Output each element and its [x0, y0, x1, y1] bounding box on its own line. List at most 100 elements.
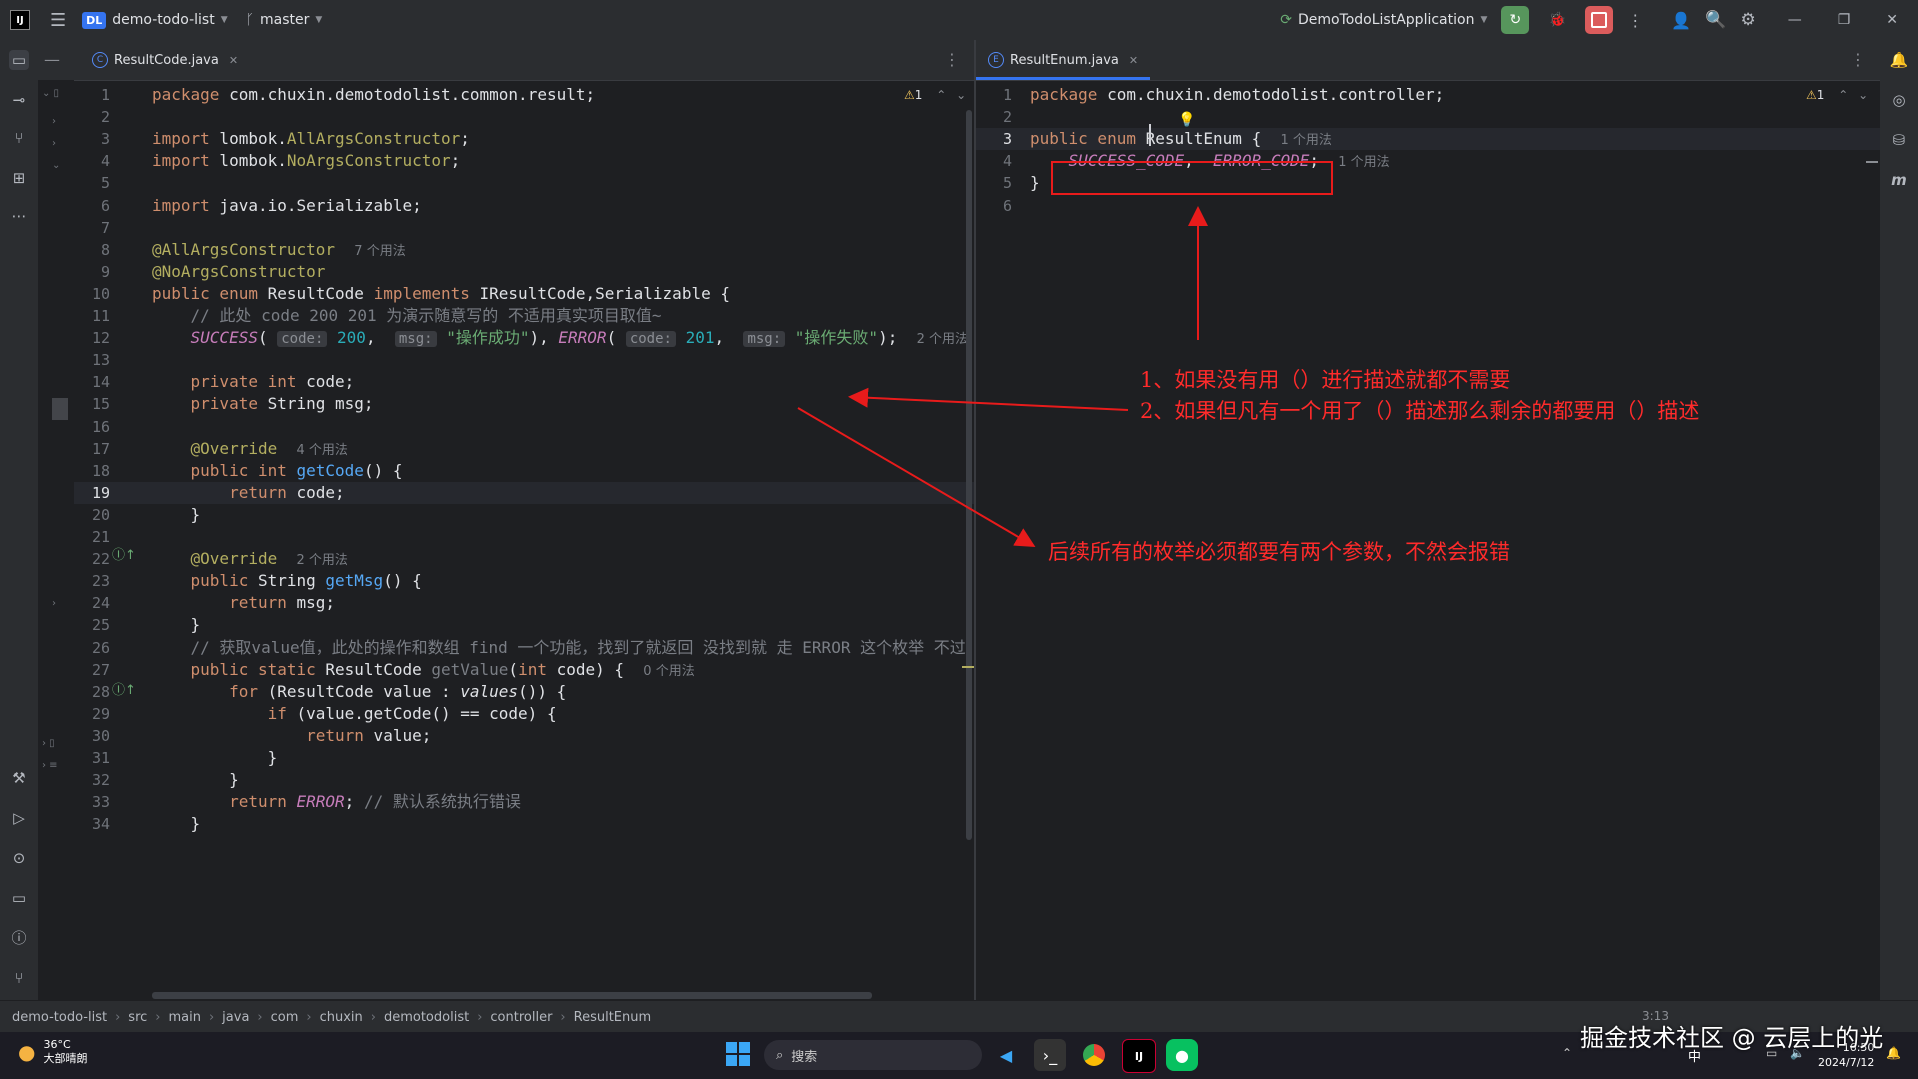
tree-expander-icon[interactable]: ›: [52, 598, 56, 609]
start-button[interactable]: [726, 1042, 750, 1066]
collapse-panel-icon[interactable]: —: [44, 50, 60, 69]
restore-button[interactable]: ❐: [1838, 12, 1851, 28]
search-icon[interactable]: 🔍: [1705, 10, 1726, 30]
tab-resultcode-java[interactable]: C ResultCode.java ✕: [80, 40, 250, 80]
prev-highlight-icon[interactable]: ⌃: [1838, 88, 1848, 102]
close-button[interactable]: ✕: [1886, 12, 1898, 28]
wechat-app-icon[interactable]: ●: [1166, 1039, 1198, 1071]
minimize-button[interactable]: —: [1788, 12, 1802, 28]
code-line[interactable]: 14 private int code;: [74, 371, 974, 393]
tab-options-icon[interactable]: ⋮: [944, 50, 960, 69]
add-user-icon[interactable]: 👤: [1671, 11, 1691, 30]
code-line[interactable]: 32 }: [74, 769, 974, 791]
breadcrumb-item[interactable]: controller: [490, 1010, 552, 1025]
next-highlight-icon[interactable]: ⌄: [956, 88, 966, 102]
maven-icon[interactable]: m: [1889, 170, 1909, 190]
tree-expander-icon[interactable]: ›: [52, 138, 56, 149]
tree-expander-icon[interactable]: › ≡: [42, 760, 58, 771]
lightbulb-icon[interactable]: 💡: [1178, 112, 1195, 128]
rerun-button[interactable]: ↻: [1501, 6, 1530, 34]
warning-indicator[interactable]: ⚠1 ⌃ ⌄: [904, 88, 966, 102]
tree-expander-icon[interactable]: ⌄ ▯: [42, 88, 59, 99]
code-line[interactable]: 9 @NoArgsConstructor: [74, 261, 974, 283]
tree-expander-icon[interactable]: › ▯: [42, 738, 55, 749]
vscode-app-icon[interactable]: ◀: [990, 1039, 1022, 1071]
code-line[interactable]: 3 public enum ResultEnum { 1 个用法: [976, 128, 1880, 151]
horizontal-scrollbar[interactable]: [152, 992, 872, 999]
breadcrumb-item[interactable]: demo-todo-list: [12, 1010, 107, 1025]
code-line[interactable]: 19 return code;: [74, 481, 974, 504]
more-tools-icon[interactable]: ⋯: [9, 206, 29, 226]
breadcrumb-item[interactable]: demotodolist: [384, 1010, 469, 1025]
tree-expander-icon[interactable]: ›: [52, 116, 56, 127]
code-line[interactable]: 6: [976, 195, 1880, 217]
main-menu-button[interactable]: IJ: [10, 10, 30, 30]
project-switcher[interactable]: DL demo-todo-list ▼: [82, 11, 228, 29]
structure-icon[interactable]: ⊞: [9, 168, 29, 188]
stop-button[interactable]: [1585, 6, 1614, 34]
code-line[interactable]: 25 }: [74, 614, 974, 636]
git-icon[interactable]: ⑂: [9, 968, 29, 988]
code-line[interactable]: 33 return ERROR; // 默认系统执行错误: [74, 791, 974, 813]
vertical-scrollbar[interactable]: [966, 110, 972, 840]
code-line[interactable]: 31 }: [74, 747, 974, 769]
services-icon[interactable]: ⊙: [9, 848, 29, 868]
project-folder-icon[interactable]: ▭: [9, 50, 29, 70]
left-code-area[interactable]: 1 package com.chuxin.demotodolist.common.…: [74, 80, 974, 1000]
debug-button[interactable]: 🐞: [1543, 6, 1571, 34]
terminal-app-icon[interactable]: ›_: [1034, 1039, 1066, 1071]
code-line[interactable]: 1 package com.chuxin.demotodolist.control…: [976, 84, 1880, 106]
code-line[interactable]: 28 for (ResultCode value : values()) {: [74, 681, 974, 703]
code-line[interactable]: 4 import lombok.NoArgsConstructor;: [74, 150, 974, 172]
chrome-app-icon[interactable]: [1078, 1039, 1110, 1071]
build-icon[interactable]: ⚒: [9, 768, 29, 788]
code-line[interactable]: 16: [74, 416, 974, 438]
code-line[interactable]: 22 @Override 2 个用法: [74, 548, 974, 570]
next-highlight-icon[interactable]: ⌄: [1858, 88, 1868, 102]
tab-options-icon[interactable]: ⋮: [1850, 50, 1866, 69]
code-line[interactable]: 21: [74, 526, 974, 548]
override-gutter-icon[interactable]: Ⓘ↑: [112, 679, 136, 698]
code-line[interactable]: 5: [74, 172, 974, 194]
problems-icon[interactable]: ⓘ: [9, 928, 29, 948]
ai-assistant-icon[interactable]: ◎: [1889, 90, 1909, 110]
gear-icon[interactable]: ⚙: [1740, 10, 1755, 30]
code-line[interactable]: 11 // 此处 code 200 201 为演示随意写的 不适用真实项目取值~: [74, 305, 974, 327]
warning-indicator[interactable]: ⚠1 ⌃ ⌄: [1806, 88, 1868, 102]
code-line[interactable]: 1 package com.chuxin.demotodolist.common.…: [74, 84, 974, 106]
code-line[interactable]: 7: [74, 217, 974, 239]
notification-bell-icon[interactable]: 🔔: [1886, 1046, 1901, 1060]
intellij-app-icon[interactable]: IJ: [1122, 1039, 1156, 1073]
taskbar-search[interactable]: ⌕ 搜索: [764, 1040, 982, 1070]
code-line[interactable]: 27 public static ResultCode getValue(int…: [74, 659, 974, 681]
code-line[interactable]: 8 @AllArgsConstructor 7 个用法: [74, 239, 974, 261]
code-line[interactable]: 13: [74, 349, 974, 371]
breadcrumb-item[interactable]: ResultEnum: [574, 1010, 652, 1025]
breadcrumb-item[interactable]: src: [128, 1010, 147, 1025]
close-tab-icon[interactable]: ✕: [1129, 54, 1138, 67]
code-line[interactable]: 10 public enum ResultCode implements IRes…: [74, 283, 974, 305]
breadcrumb-item[interactable]: java: [222, 1010, 249, 1025]
run-icon[interactable]: ▷: [9, 808, 29, 828]
tree-expander-icon[interactable]: ⌄: [52, 160, 60, 171]
code-line[interactable]: 23 public String getMsg() {: [74, 570, 974, 592]
code-line[interactable]: 2: [976, 106, 1880, 128]
close-tab-icon[interactable]: ✕: [229, 54, 238, 67]
override-gutter-icon[interactable]: Ⓘ↑: [112, 544, 136, 563]
breadcrumb-item[interactable]: main: [168, 1010, 200, 1025]
branch-switcher[interactable]: ᚴ master ▼: [246, 12, 323, 28]
more-actions-icon[interactable]: ⋮: [1627, 11, 1643, 30]
code-line[interactable]: 3 import lombok.AllArgsConstructor;: [74, 128, 974, 150]
code-line[interactable]: 18 public int getCode() {: [74, 460, 974, 482]
code-line[interactable]: 29 if (value.getCode() == code) {: [74, 703, 974, 725]
terminal-icon[interactable]: ▭: [9, 888, 29, 908]
code-line[interactable]: 2: [74, 106, 974, 128]
code-line[interactable]: 20 }: [74, 504, 974, 526]
notifications-icon[interactable]: 🔔: [1889, 50, 1909, 70]
breadcrumb-item[interactable]: chuxin: [320, 1010, 363, 1025]
run-config-selector[interactable]: ⟳ DemoTodoListApplication ▼: [1280, 12, 1487, 28]
database-icon[interactable]: ⛁: [1889, 130, 1909, 150]
code-line[interactable]: 30 return value;: [74, 725, 974, 747]
hamburger-menu-icon[interactable]: ☰: [50, 10, 66, 31]
code-line[interactable]: 34 }: [74, 813, 974, 835]
